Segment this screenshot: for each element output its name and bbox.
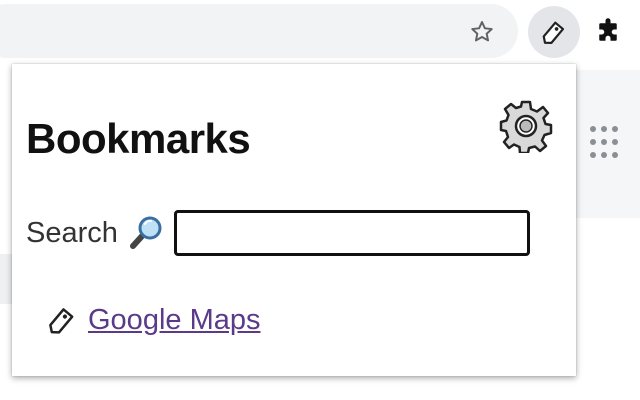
bookmarks-popup: Bookmarks Search Google Maps — [12, 64, 576, 376]
apps-grid-icon[interactable] — [590, 126, 620, 162]
address-bar[interactable] — [0, 4, 518, 58]
browser-window: Bookmarks Search Google Maps — [0, 0, 640, 400]
bookmark-link-google-maps[interactable]: Google Maps — [44, 300, 261, 340]
browser-toolbar — [0, 0, 640, 64]
background-sliver — [0, 254, 12, 304]
bookmark-star-button[interactable] — [466, 16, 498, 48]
puzzle-icon — [599, 18, 617, 41]
tag-icon — [542, 21, 565, 44]
extensions-button[interactable] — [588, 12, 628, 52]
search-row: Search — [26, 206, 530, 260]
bookmarks-extension-button[interactable] — [528, 6, 580, 58]
search-input[interactable] — [173, 210, 530, 256]
tag-icon — [44, 300, 80, 340]
popup-title: Bookmarks — [26, 115, 251, 162]
magnifier-icon — [126, 213, 166, 253]
settings-button[interactable] — [498, 98, 554, 154]
bookmark-label: Google Maps — [88, 303, 261, 336]
search-label: Search — [26, 216, 118, 249]
star-icon — [471, 21, 493, 42]
gear-icon — [499, 100, 553, 153]
